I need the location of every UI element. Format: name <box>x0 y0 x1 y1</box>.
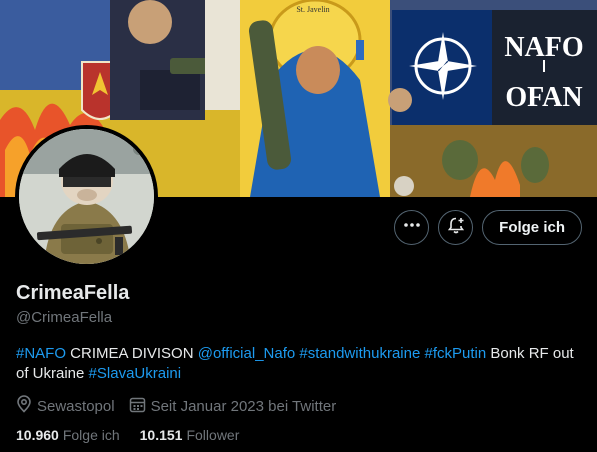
hashtag-link[interactable]: #NAFO <box>16 345 66 362</box>
nafo-sign-line2: OFAN <box>505 82 582 113</box>
location-pin-icon <box>16 395 32 417</box>
hashtag-link[interactable]: #SlavaUkraini <box>89 365 182 382</box>
more-button[interactable] <box>394 210 430 245</box>
following-label: Folge ich <box>62 427 120 443</box>
profile-bio: #NAFO CRIMEA DIVISON @official_Nafo #sta… <box>16 344 586 384</box>
hashtag-link[interactable]: #fckPutin <box>424 345 486 362</box>
location-text: Sewastopol <box>37 397 115 415</box>
icon-caption: St. Javelin <box>296 5 329 14</box>
profile-stats: 10.960 Folge ich 10.151 Follower <box>16 427 239 443</box>
display-name: CrimeaFella <box>16 282 130 304</box>
nafo-sign-line1: NAFO <box>504 32 583 63</box>
calendar-icon <box>129 396 146 417</box>
followers-count: 10.151 <box>139 427 183 443</box>
profile-avatar[interactable] <box>15 125 158 268</box>
hashtag-link[interactable]: #standwithukraine <box>299 345 420 362</box>
user-handle: @CrimeaFella <box>16 309 113 326</box>
mention-link[interactable]: @official_Nafo <box>198 345 296 362</box>
profile-meta: Sewastopol Seit Januar 2023 bei Twitter <box>16 395 336 417</box>
bio-text: CRIMEA DIVISON <box>66 345 198 362</box>
notifications-button[interactable] <box>438 210 474 245</box>
joined-text: Seit Januar 2023 bei Twitter <box>150 397 337 415</box>
avatar-image <box>19 129 154 264</box>
joined-item: Seit Januar 2023 bei Twitter <box>129 396 337 417</box>
following-button[interactable]: Folge ich <box>482 210 582 245</box>
following-count: 10.960 <box>16 427 59 443</box>
followers-label: Follower <box>186 427 240 443</box>
profile-actions: Folge ich <box>394 210 582 245</box>
followers-stat[interactable]: 10.151 Follower <box>140 427 240 443</box>
more-icon <box>403 216 421 239</box>
following-stat[interactable]: 10.960 Folge ich <box>16 427 120 443</box>
bell-plus-icon <box>447 216 465 239</box>
location-item: Sewastopol <box>16 395 115 417</box>
